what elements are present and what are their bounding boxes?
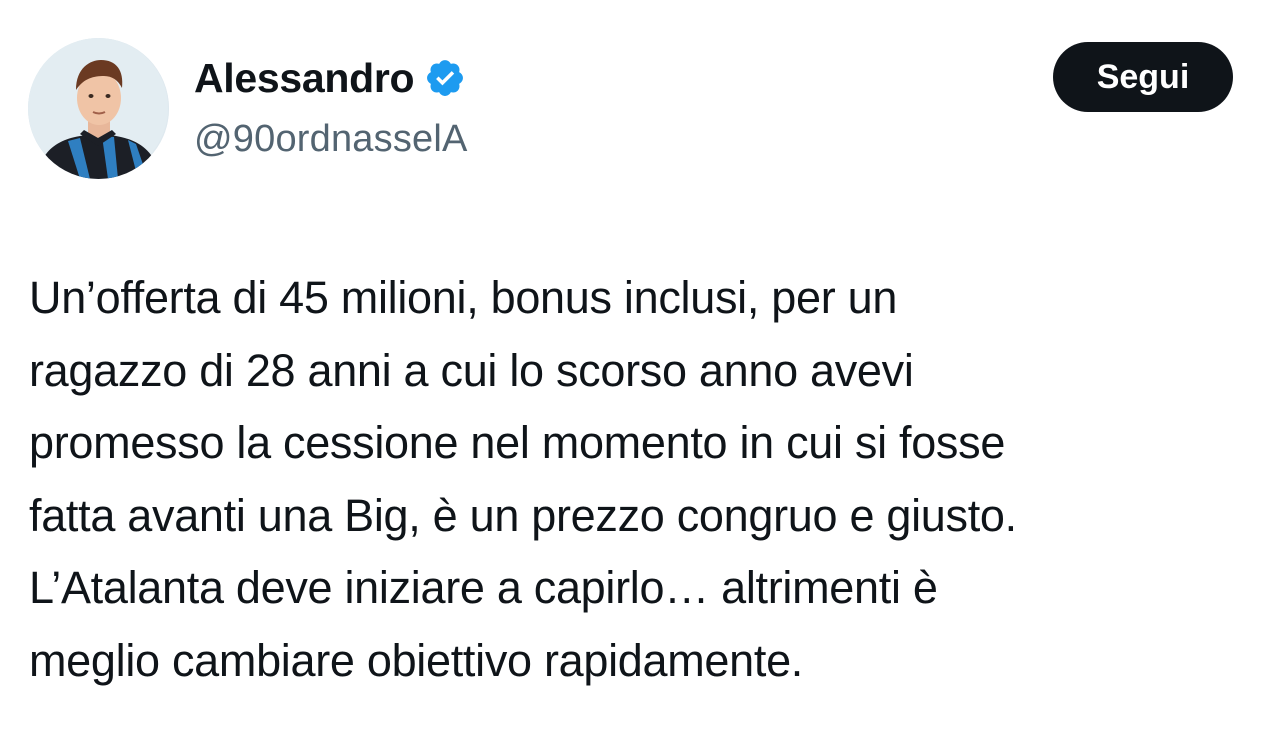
verified-badge-icon[interactable] bbox=[424, 57, 466, 99]
tweet-text: Un’offerta di 45 milioni, bonus inclusi,… bbox=[29, 262, 1259, 697]
follow-button[interactable]: Segui bbox=[1053, 42, 1233, 112]
tweet-text-line: L’Atalanta deve iniziare a capirlo… altr… bbox=[29, 562, 938, 613]
author-display-name[interactable]: Alessandro bbox=[194, 52, 415, 104]
tweet-text-line: promesso la cessione nel momento in cui … bbox=[29, 417, 1006, 468]
author-handle[interactable]: @90ordnasselA bbox=[194, 114, 468, 164]
tweet-text-line: fatta avanti una Big, è un prezzo congru… bbox=[29, 489, 1017, 541]
user-avatar-icon[interactable] bbox=[28, 38, 169, 179]
tweet-text-line: Un’offerta di 45 milioni, bonus inclusi,… bbox=[29, 272, 898, 323]
author-name-row[interactable]: Alessandro bbox=[194, 52, 466, 104]
tweet-text-line: meglio cambiare obiettivo rapidamente. bbox=[29, 634, 804, 686]
avatar-illustration bbox=[28, 38, 169, 179]
tweet-text-line: ragazzo di 28 anni a cui lo scorso anno … bbox=[29, 344, 914, 396]
tweet-card: Alessandro @90ordnasselA Segui Un’offert… bbox=[0, 0, 1284, 734]
